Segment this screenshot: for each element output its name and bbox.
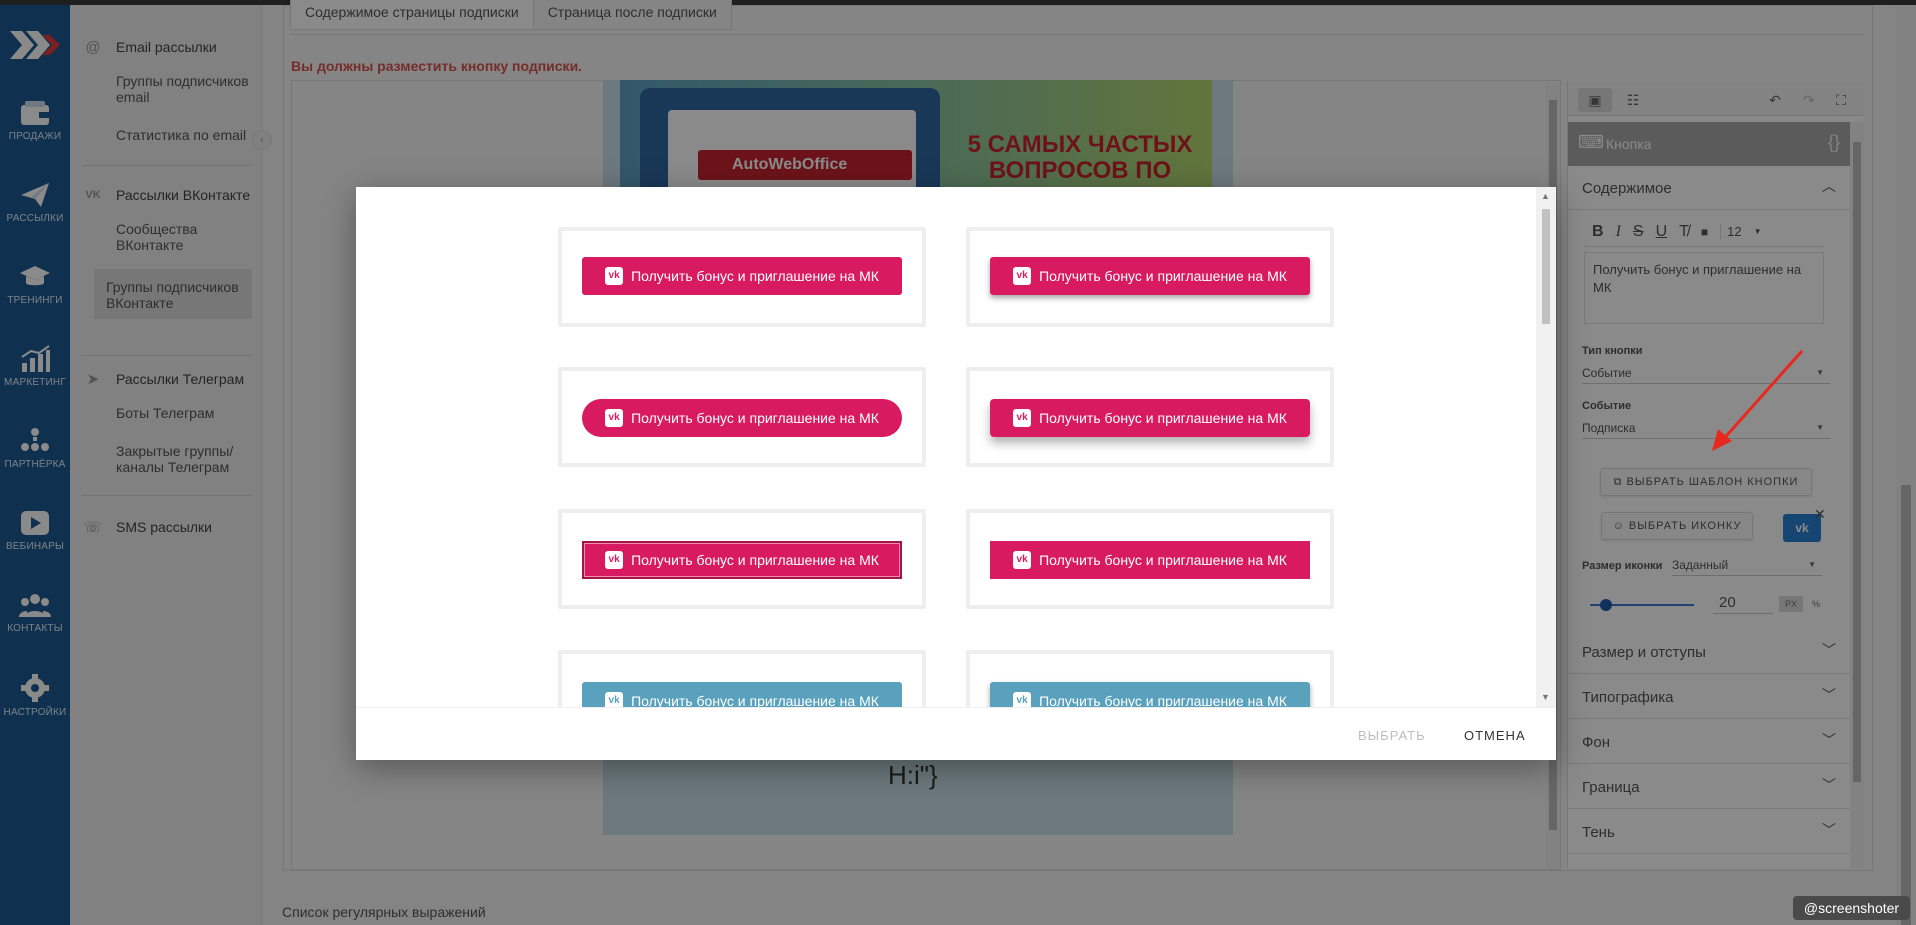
template-card[interactable]: vk Получить бонус и приглашение на МК [558,227,926,327]
button-label: Получить бонус и приглашение на МК [631,552,879,568]
template-card[interactable]: vk Получить бонус и приглашение на МК [558,650,926,707]
template-button-preview: vk Получить бонус и приглашение на МК [582,257,902,295]
dialog-scrollbar[interactable]: ▲ ▼ [1536,187,1556,707]
template-button-preview: vk Получить бонус и приглашение на МК [990,541,1310,579]
template-card[interactable]: vk Получить бонус и приглашение на МК [966,509,1334,609]
template-card[interactable]: vk Получить бонус и приглашение на МК [966,367,1334,467]
button-label: Получить бонус и приглашение на МК [1039,552,1287,568]
template-button-preview: vk Получить бонус и приглашение на МК [582,399,902,437]
template-card[interactable]: vk Получить бонус и приглашение на МК [558,367,926,467]
cancel-button[interactable]: ОТМЕНА [1464,728,1526,743]
template-button-preview: vk Получить бонус и приглашение на МК [990,257,1310,295]
vk-icon: vk [1013,692,1032,707]
dialog-footer: ВЫБРАТЬ ОТМЕНА [356,707,1556,760]
template-button-preview: vk Получить бонус и приглашение на МК [990,682,1310,707]
button-label: Получить бонус и приглашение на МК [631,693,879,707]
template-card[interactable]: vk Получить бонус и приглашение на МК [966,650,1334,707]
button-label: Получить бонус и приглашение на МК [1039,268,1287,284]
template-grid: vk Получить бонус и приглашение на МК vk П… [356,187,1536,707]
button-label: Получить бонус и приглашение на МК [631,268,879,284]
scroll-up-icon[interactable]: ▲ [1541,191,1550,201]
vk-icon: vk [1013,409,1032,427]
vk-icon: vk [605,692,624,707]
template-button-preview: vk Получить бонус и приглашение на МК [582,541,902,579]
vk-icon: vk [1013,551,1032,569]
vk-icon: vk [1013,267,1032,285]
button-label: Получить бонус и приглашение на МК [1039,410,1287,426]
template-button-preview: vk Получить бонус и приглашение на МК [582,682,902,707]
scroll-down-icon[interactable]: ▼ [1541,692,1550,702]
annotation-arrow-icon [1712,350,1804,451]
button-label: Получить бонус и приглашение на МК [1039,693,1287,707]
template-button-preview: vk Получить бонус и приглашение на МК [990,399,1310,437]
scroll-thumb[interactable] [1542,209,1550,324]
watermark-badge: @screenshoter [1793,896,1910,920]
vk-icon: vk [605,551,624,569]
button-label: Получить бонус и приглашение на МК [631,410,879,426]
button-template-dialog: vk Получить бонус и приглашение на МК vk П… [356,187,1556,760]
vk-icon: vk [605,409,624,427]
select-button[interactable]: ВЫБРАТЬ [1358,728,1426,743]
template-card[interactable]: vk Получить бонус и приглашение на МК [966,227,1334,327]
vk-icon: vk [605,267,624,285]
template-card[interactable]: vk Получить бонус и приглашение на МК [558,509,926,609]
